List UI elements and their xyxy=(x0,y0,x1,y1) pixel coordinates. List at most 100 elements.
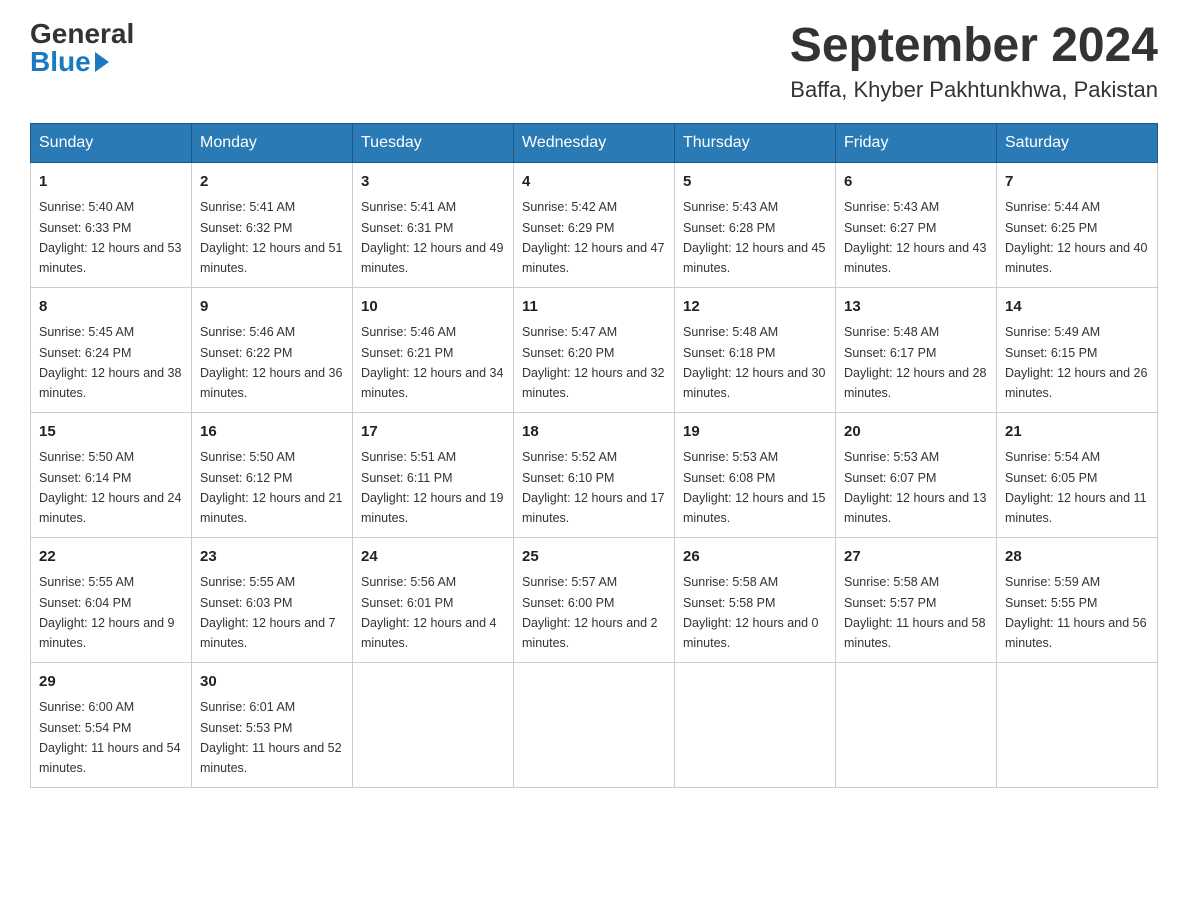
day-number: 11 xyxy=(522,296,666,319)
day-info: Sunrise: 5:43 AMSunset: 6:27 PMDaylight:… xyxy=(844,200,986,275)
week-row-4: 22 Sunrise: 5:55 AMSunset: 6:04 PMDaylig… xyxy=(31,537,1158,662)
day-info: Sunrise: 5:46 AMSunset: 6:22 PMDaylight:… xyxy=(200,325,342,400)
calendar-cell: 1 Sunrise: 5:40 AMSunset: 6:33 PMDayligh… xyxy=(31,162,192,287)
logo-triangle-icon xyxy=(95,52,109,72)
day-number: 5 xyxy=(683,171,827,194)
day-number: 8 xyxy=(39,296,183,319)
day-number: 2 xyxy=(200,171,344,194)
day-info: Sunrise: 5:46 AMSunset: 6:21 PMDaylight:… xyxy=(361,325,503,400)
day-number: 10 xyxy=(361,296,505,319)
calendar-cell xyxy=(514,662,675,787)
day-info: Sunrise: 5:51 AMSunset: 6:11 PMDaylight:… xyxy=(361,450,503,525)
day-info: Sunrise: 5:55 AMSunset: 6:04 PMDaylight:… xyxy=(39,575,175,650)
calendar-cell: 26 Sunrise: 5:58 AMSunset: 5:58 PMDaylig… xyxy=(675,537,836,662)
calendar-table: Sunday Monday Tuesday Wednesday Thursday… xyxy=(30,123,1158,788)
calendar-cell: 11 Sunrise: 5:47 AMSunset: 6:20 PMDaylig… xyxy=(514,287,675,412)
day-number: 3 xyxy=(361,171,505,194)
header-saturday: Saturday xyxy=(997,123,1158,162)
day-number: 17 xyxy=(361,421,505,444)
calendar-cell: 7 Sunrise: 5:44 AMSunset: 6:25 PMDayligh… xyxy=(997,162,1158,287)
header-thursday: Thursday xyxy=(675,123,836,162)
header-sunday: Sunday xyxy=(31,123,192,162)
calendar-cell: 4 Sunrise: 5:42 AMSunset: 6:29 PMDayligh… xyxy=(514,162,675,287)
day-number: 29 xyxy=(39,671,183,694)
calendar-cell: 28 Sunrise: 5:59 AMSunset: 5:55 PMDaylig… xyxy=(997,537,1158,662)
day-number: 18 xyxy=(522,421,666,444)
week-row-2: 8 Sunrise: 5:45 AMSunset: 6:24 PMDayligh… xyxy=(31,287,1158,412)
calendar-cell: 10 Sunrise: 5:46 AMSunset: 6:21 PMDaylig… xyxy=(353,287,514,412)
day-info: Sunrise: 5:47 AMSunset: 6:20 PMDaylight:… xyxy=(522,325,664,400)
weekday-header-row: Sunday Monday Tuesday Wednesday Thursday… xyxy=(31,123,1158,162)
calendar-cell: 17 Sunrise: 5:51 AMSunset: 6:11 PMDaylig… xyxy=(353,412,514,537)
calendar-cell xyxy=(836,662,997,787)
calendar-cell: 20 Sunrise: 5:53 AMSunset: 6:07 PMDaylig… xyxy=(836,412,997,537)
day-info: Sunrise: 5:41 AMSunset: 6:31 PMDaylight:… xyxy=(361,200,503,275)
week-row-3: 15 Sunrise: 5:50 AMSunset: 6:14 PMDaylig… xyxy=(31,412,1158,537)
day-number: 30 xyxy=(200,671,344,694)
header-tuesday: Tuesday xyxy=(353,123,514,162)
calendar-cell: 18 Sunrise: 5:52 AMSunset: 6:10 PMDaylig… xyxy=(514,412,675,537)
day-info: Sunrise: 5:58 AMSunset: 5:57 PMDaylight:… xyxy=(844,575,986,650)
day-info: Sunrise: 6:00 AMSunset: 5:54 PMDaylight:… xyxy=(39,700,181,775)
calendar-cell: 27 Sunrise: 5:58 AMSunset: 5:57 PMDaylig… xyxy=(836,537,997,662)
day-number: 9 xyxy=(200,296,344,319)
day-info: Sunrise: 5:48 AMSunset: 6:17 PMDaylight:… xyxy=(844,325,986,400)
day-info: Sunrise: 5:42 AMSunset: 6:29 PMDaylight:… xyxy=(522,200,664,275)
day-info: Sunrise: 5:45 AMSunset: 6:24 PMDaylight:… xyxy=(39,325,181,400)
day-info: Sunrise: 5:50 AMSunset: 6:12 PMDaylight:… xyxy=(200,450,342,525)
day-number: 27 xyxy=(844,546,988,569)
title-section: September 2024 Baffa, Khyber Pakhtunkhwa… xyxy=(790,20,1158,103)
calendar-cell: 30 Sunrise: 6:01 AMSunset: 5:53 PMDaylig… xyxy=(192,662,353,787)
day-info: Sunrise: 5:53 AMSunset: 6:07 PMDaylight:… xyxy=(844,450,986,525)
header-monday: Monday xyxy=(192,123,353,162)
page-header: General Blue September 2024 Baffa, Khybe… xyxy=(30,20,1158,103)
day-number: 28 xyxy=(1005,546,1149,569)
calendar-cell xyxy=(353,662,514,787)
day-info: Sunrise: 5:52 AMSunset: 6:10 PMDaylight:… xyxy=(522,450,664,525)
day-info: Sunrise: 5:56 AMSunset: 6:01 PMDaylight:… xyxy=(361,575,497,650)
calendar-cell: 2 Sunrise: 5:41 AMSunset: 6:32 PMDayligh… xyxy=(192,162,353,287)
calendar-cell: 29 Sunrise: 6:00 AMSunset: 5:54 PMDaylig… xyxy=(31,662,192,787)
calendar-cell: 3 Sunrise: 5:41 AMSunset: 6:31 PMDayligh… xyxy=(353,162,514,287)
week-row-1: 1 Sunrise: 5:40 AMSunset: 6:33 PMDayligh… xyxy=(31,162,1158,287)
header-wednesday: Wednesday xyxy=(514,123,675,162)
day-number: 22 xyxy=(39,546,183,569)
day-info: Sunrise: 6:01 AMSunset: 5:53 PMDaylight:… xyxy=(200,700,342,775)
day-info: Sunrise: 5:49 AMSunset: 6:15 PMDaylight:… xyxy=(1005,325,1147,400)
day-number: 15 xyxy=(39,421,183,444)
day-number: 14 xyxy=(1005,296,1149,319)
day-number: 21 xyxy=(1005,421,1149,444)
day-info: Sunrise: 5:57 AMSunset: 6:00 PMDaylight:… xyxy=(522,575,658,650)
day-number: 24 xyxy=(361,546,505,569)
day-info: Sunrise: 5:48 AMSunset: 6:18 PMDaylight:… xyxy=(683,325,825,400)
logo-general-text: General xyxy=(30,20,134,48)
day-number: 26 xyxy=(683,546,827,569)
day-info: Sunrise: 5:59 AMSunset: 5:55 PMDaylight:… xyxy=(1005,575,1147,650)
calendar-cell: 6 Sunrise: 5:43 AMSunset: 6:27 PMDayligh… xyxy=(836,162,997,287)
calendar-cell xyxy=(997,662,1158,787)
calendar-cell: 24 Sunrise: 5:56 AMSunset: 6:01 PMDaylig… xyxy=(353,537,514,662)
day-info: Sunrise: 5:41 AMSunset: 6:32 PMDaylight:… xyxy=(200,200,342,275)
calendar-cell xyxy=(675,662,836,787)
calendar-cell: 23 Sunrise: 5:55 AMSunset: 6:03 PMDaylig… xyxy=(192,537,353,662)
day-info: Sunrise: 5:55 AMSunset: 6:03 PMDaylight:… xyxy=(200,575,336,650)
day-info: Sunrise: 5:58 AMSunset: 5:58 PMDaylight:… xyxy=(683,575,819,650)
calendar-cell: 12 Sunrise: 5:48 AMSunset: 6:18 PMDaylig… xyxy=(675,287,836,412)
calendar-cell: 25 Sunrise: 5:57 AMSunset: 6:00 PMDaylig… xyxy=(514,537,675,662)
day-number: 6 xyxy=(844,171,988,194)
calendar-cell: 22 Sunrise: 5:55 AMSunset: 6:04 PMDaylig… xyxy=(31,537,192,662)
week-row-5: 29 Sunrise: 6:00 AMSunset: 5:54 PMDaylig… xyxy=(31,662,1158,787)
calendar-cell: 21 Sunrise: 5:54 AMSunset: 6:05 PMDaylig… xyxy=(997,412,1158,537)
logo-blue-text: Blue xyxy=(30,48,109,76)
day-info: Sunrise: 5:53 AMSunset: 6:08 PMDaylight:… xyxy=(683,450,825,525)
calendar-cell: 13 Sunrise: 5:48 AMSunset: 6:17 PMDaylig… xyxy=(836,287,997,412)
day-number: 7 xyxy=(1005,171,1149,194)
day-number: 13 xyxy=(844,296,988,319)
calendar-cell: 9 Sunrise: 5:46 AMSunset: 6:22 PMDayligh… xyxy=(192,287,353,412)
calendar-cell: 19 Sunrise: 5:53 AMSunset: 6:08 PMDaylig… xyxy=(675,412,836,537)
month-title: September 2024 xyxy=(790,20,1158,73)
logo: General Blue xyxy=(30,20,134,76)
day-number: 12 xyxy=(683,296,827,319)
day-number: 16 xyxy=(200,421,344,444)
location-title: Baffa, Khyber Pakhtunkhwa, Pakistan xyxy=(790,77,1158,103)
